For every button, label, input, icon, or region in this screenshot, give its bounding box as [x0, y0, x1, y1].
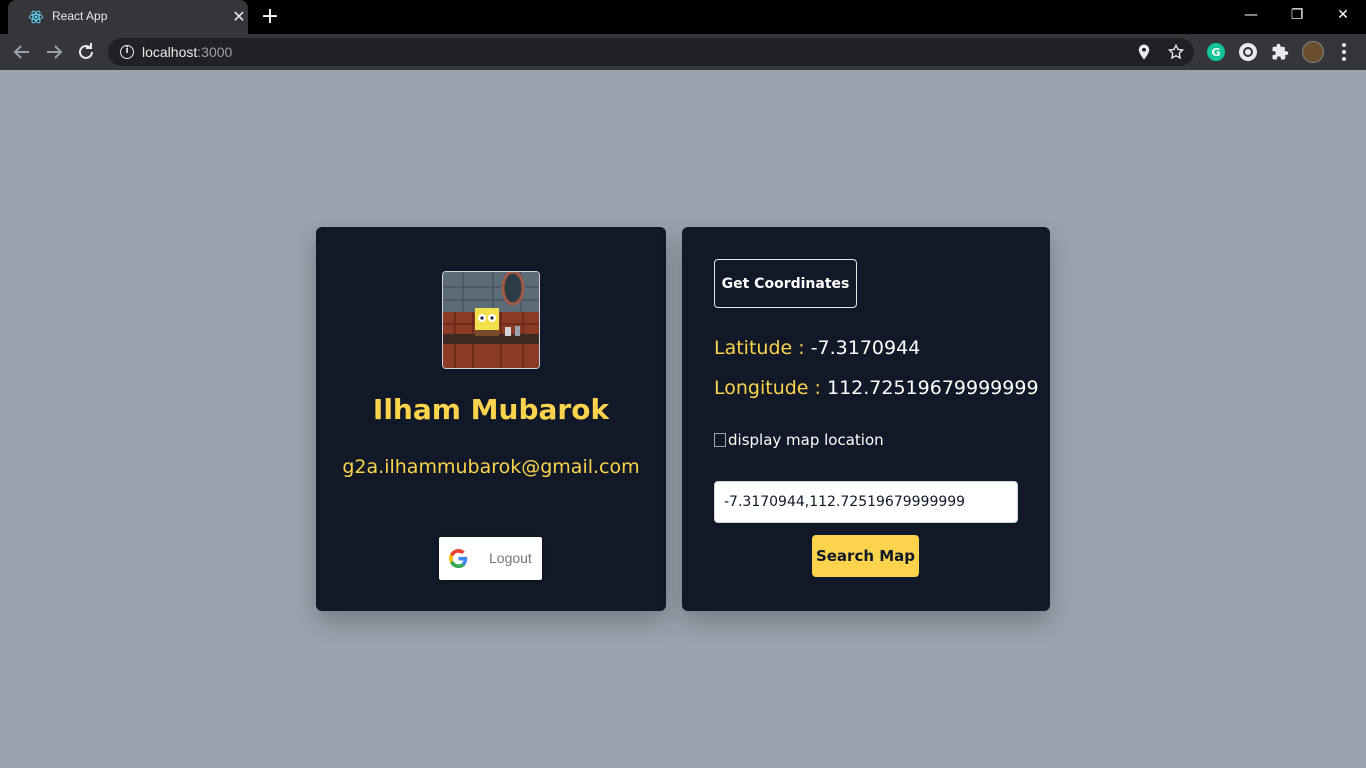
profile-avatar[interactable] [1302, 41, 1324, 63]
profile-card: Ilham Mubarok g2a.ilhammubarok@gmail.com… [316, 227, 666, 611]
url-text: localhost:3000 [142, 44, 233, 60]
longitude-label: Longitude : [714, 377, 827, 399]
google-logout-button[interactable]: Logout [439, 537, 542, 580]
window-restore-button[interactable]: ❐ [1274, 0, 1320, 30]
browser-tab[interactable]: React App ✕ [8, 0, 248, 34]
reload-icon[interactable] [74, 40, 98, 64]
svg-text:G: G [1211, 46, 1220, 59]
window-minimize-button[interactable]: — [1228, 0, 1274, 30]
window-close-button[interactable]: ✕ [1320, 0, 1366, 30]
search-map-button[interactable]: Search Map [812, 535, 919, 577]
broken-image-icon [714, 433, 726, 447]
map-image-alt-text: display map location [728, 431, 884, 449]
get-coordinates-button[interactable]: Get Coordinates [714, 259, 857, 308]
latitude-row: Latitude : -7.3170944 [714, 337, 920, 359]
extension-icon[interactable] [1239, 43, 1257, 61]
bookmark-star-icon[interactable] [1167, 43, 1185, 61]
tab-close-icon[interactable]: ✕ [230, 8, 248, 26]
browser-toolbar: i localhost:3000 G [0, 34, 1366, 70]
react-logo-icon [28, 10, 44, 24]
longitude-row: Longitude : 112.72519679999999 [714, 377, 1039, 399]
site-info-icon[interactable]: i [120, 45, 134, 59]
longitude-value: 112.72519679999999 [826, 377, 1039, 399]
location-card: Get Coordinates Latitude : -7.3170944 Lo… [682, 227, 1050, 611]
browser-tab-bar: React App ✕ + — ❐ ✕ [0, 0, 1366, 34]
user-avatar [442, 271, 540, 369]
grammarly-extension-icon[interactable]: G [1207, 43, 1225, 61]
tab-title: React App [52, 9, 108, 23]
coordinates-search-input[interactable] [714, 481, 1018, 523]
google-g-icon [449, 549, 468, 568]
location-pin-icon[interactable] [1135, 43, 1153, 61]
back-arrow-icon[interactable] [10, 40, 34, 64]
forward-arrow-icon[interactable] [42, 40, 66, 64]
extensions-puzzle-icon[interactable] [1271, 43, 1289, 61]
logout-label: Logout [489, 550, 532, 566]
latitude-value: -7.3170944 [810, 337, 921, 359]
user-name: Ilham Mubarok [372, 393, 610, 426]
user-email: g2a.ilhammubarok@gmail.com [342, 456, 640, 478]
address-bar[interactable]: i localhost:3000 [108, 38, 1194, 66]
new-tab-button[interactable]: + [258, 5, 282, 29]
browser-menu-icon[interactable] [1332, 40, 1356, 64]
map-image: display map location [714, 431, 884, 449]
latitude-label: Latitude : [714, 337, 811, 359]
